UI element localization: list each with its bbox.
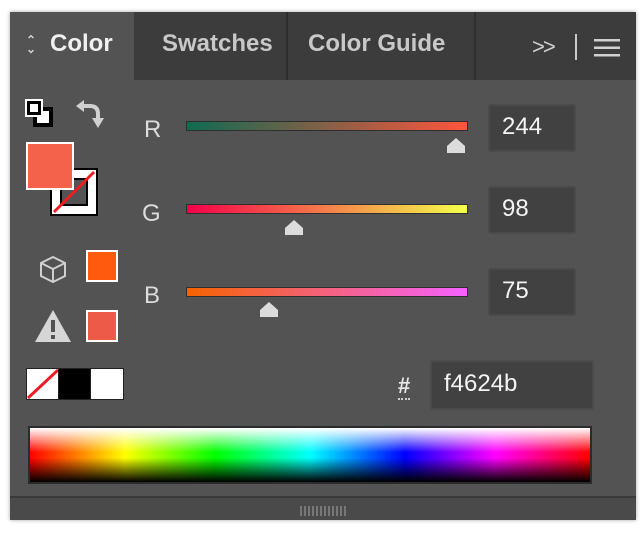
tab-color-guide-label: Color Guide [308, 30, 446, 57]
updown-arrows-icon[interactable]: ⌃ ⌄ [26, 34, 36, 55]
tab-swatches-label: Swatches [162, 30, 273, 57]
swap-arrow-icon[interactable] [74, 98, 106, 135]
none-swatch-icon[interactable] [26, 368, 60, 400]
r-value-input[interactable]: 244 [488, 104, 576, 152]
r-label: R [144, 116, 162, 143]
g-label: G [142, 200, 161, 227]
hex-hash-label: # [398, 373, 411, 400]
color-spectrum-picker[interactable] [28, 426, 592, 484]
g-value-input[interactable]: 98 [488, 186, 576, 234]
tab-color-label: Color [50, 30, 113, 57]
g-slider-thumb[interactable] [283, 218, 305, 236]
overflow-chevron-icon[interactable]: >> [532, 34, 556, 60]
color-panel: ⌃ ⌄ Color Swatches Color Guide >> R 244 … [10, 12, 636, 520]
b-slider-track[interactable] [186, 287, 468, 297]
black-swatch-icon[interactable] [58, 368, 92, 400]
web-gamut-swatch[interactable] [86, 250, 118, 282]
panel-resize-bar[interactable] [10, 496, 636, 520]
b-slider-thumb[interactable] [258, 300, 280, 318]
r-slider-thumb[interactable] [445, 136, 467, 154]
tab-swatches[interactable]: Swatches [148, 12, 288, 80]
out-of-web-gamut-cube-icon [38, 254, 68, 289]
resize-grip-icon[interactable] [300, 506, 348, 516]
tab-color-guide[interactable]: Color Guide [288, 12, 476, 80]
g-slider-track[interactable] [186, 204, 468, 214]
tab-bar: ⌃ ⌄ Color Swatches Color Guide >> [10, 12, 636, 80]
b-label: B [144, 282, 161, 309]
hex-value-input[interactable]: f4624b [430, 360, 594, 410]
tab-color[interactable]: ⌃ ⌄ Color [10, 12, 134, 80]
default-fill-stroke-icon[interactable] [24, 98, 54, 133]
gamut-correction-swatch[interactable] [86, 310, 118, 342]
r-slider-track[interactable] [186, 121, 468, 131]
tab-divider [575, 34, 577, 60]
out-of-gamut-warning-icon [34, 308, 72, 349]
white-swatch-icon[interactable] [90, 368, 124, 400]
hamburger-menu-icon[interactable] [594, 38, 620, 63]
fill-swatch[interactable] [26, 142, 74, 190]
b-value-input[interactable]: 75 [488, 268, 576, 316]
